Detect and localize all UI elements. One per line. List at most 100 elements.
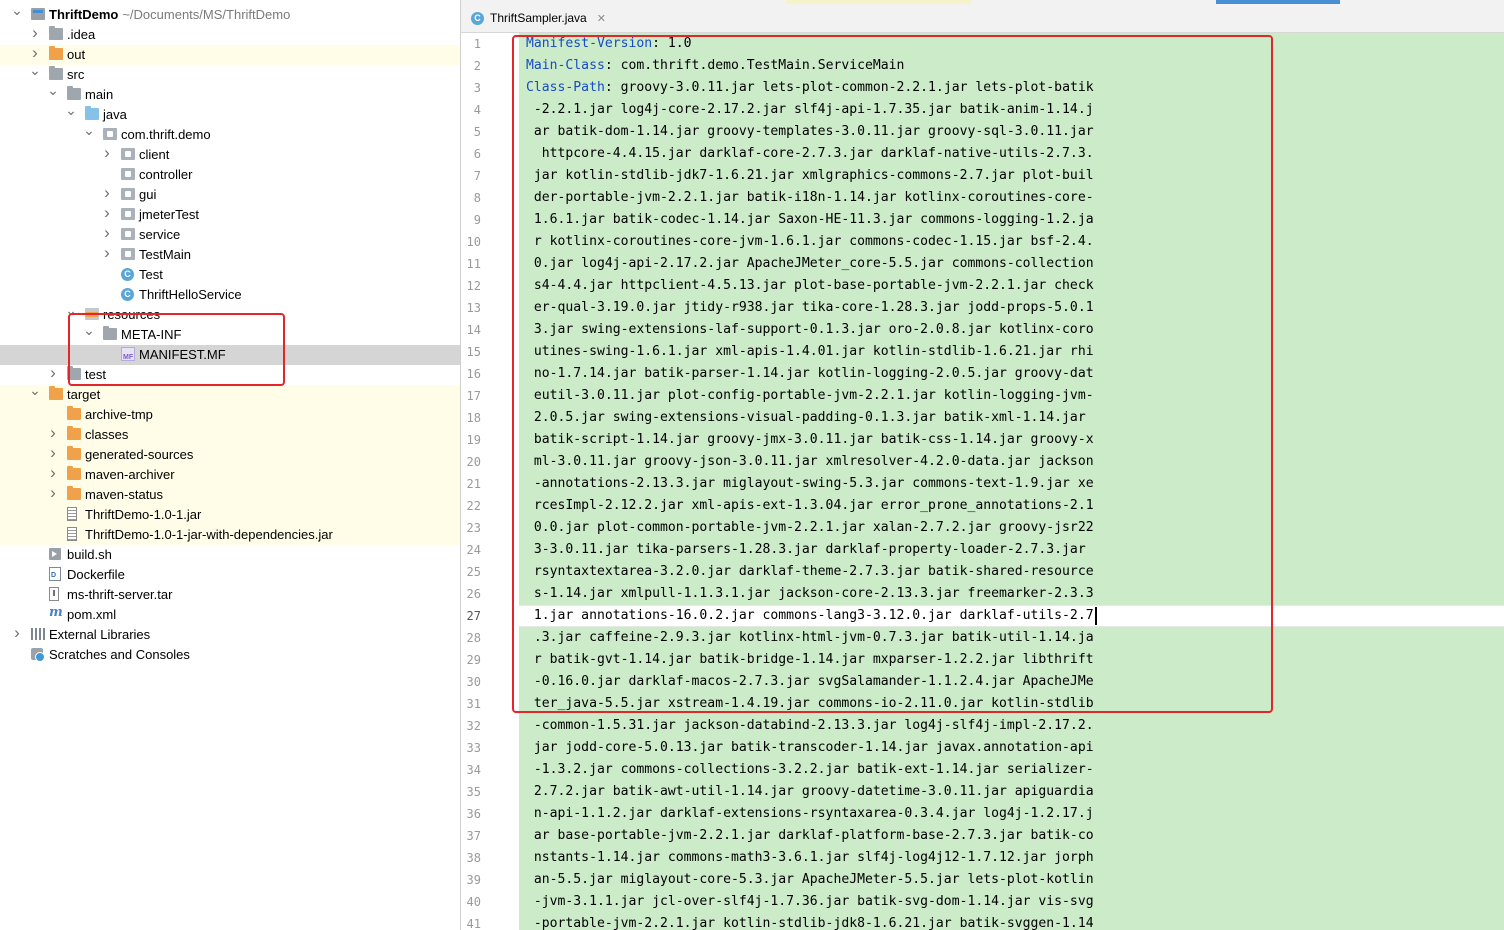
chevron-right-icon[interactable]: › [47, 444, 59, 461]
code-line: -1.3.2.jar commons-collections-3.2.2.jar… [526, 759, 1094, 781]
tab-thriftsampler[interactable]: C ThriftSampler.java ✕ [467, 6, 612, 30]
manifest-value: rcesImpl-2.12.2.jar xml-apis-ext-1.3.04.… [526, 498, 1094, 513]
chevron-right-icon[interactable]: › [47, 484, 59, 501]
tree-row-text: Test [139, 267, 163, 283]
tree-row[interactable]: › jmeterTest [0, 204, 460, 225]
chevron-down-icon[interactable]: ⌄ [11, 3, 23, 17]
line-number: 17 [466, 389, 481, 403]
tree-row[interactable]: build.sh [0, 545, 460, 565]
tree-row-label: java [103, 107, 127, 122]
line-number: 11 [466, 257, 481, 271]
tree-row-text: Scratches and Consoles [49, 647, 190, 663]
line-number: 15 [466, 345, 481, 359]
manifest-key: Main-Class [526, 58, 605, 73]
tree-row[interactable]: ThriftDemo-1.0-1.jar [0, 505, 460, 525]
tree-row[interactable]: MF MANIFEST.MF [0, 345, 460, 365]
chevron-right-icon[interactable]: › [29, 44, 41, 61]
tree-row[interactable]: archive-tmp [0, 405, 460, 425]
tree-row[interactable]: › client [0, 144, 460, 165]
line-number: 26 [466, 587, 481, 601]
tree-row[interactable]: › gui [0, 184, 460, 205]
tree-row[interactable]: controller [0, 165, 460, 185]
tree-row[interactable]: › service [0, 224, 460, 245]
chevron-right-icon[interactable]: › [11, 624, 23, 641]
tree-row[interactable]: › maven-status [0, 484, 460, 505]
tree-row[interactable]: ThriftDemo-1.0-1-jar-with-dependencies.j… [0, 525, 460, 545]
line-number-gutter: 1 2 3 4 5 6 7 8 9 10 11 12 13 14 15 16 17 18 19 20 21 22 23 24 2… [461, 33, 519, 930]
tree-row[interactable]: ⌄ src [0, 63, 460, 85]
chevron-down-icon[interactable]: ⌄ [29, 63, 41, 77]
tree-row-text: MANIFEST.MF [139, 347, 226, 363]
line-number: 9 [473, 213, 481, 227]
excluded-folder-icon [49, 386, 63, 400]
manifest-value: : com.thrift.demo.TestMain.ServiceMain [604, 58, 905, 73]
tree-row-text: META-INF [121, 327, 181, 343]
tree-row-text: com.thrift.demo [121, 127, 211, 143]
tree-row[interactable]: C Test [0, 265, 460, 285]
tree-row[interactable]: › test [0, 364, 460, 385]
code-line: rsyntaxtextarea-3.2.0.jar darklaf-theme-… [526, 561, 1094, 583]
tree-row[interactable]: › maven-archiver [0, 464, 460, 485]
chevron-right-icon[interactable]: › [47, 424, 59, 441]
resources-folder-icon [85, 308, 99, 320]
tree-row[interactable]: ⌄ META-INF [0, 323, 460, 345]
chevron-down-icon[interactable]: ⌄ [83, 123, 95, 137]
excluded-folder-icon [67, 466, 81, 480]
code-line: 0.0.jar plot-common-portable-jvm-2.2.1.j… [526, 517, 1094, 539]
tree-row-text: src [67, 67, 84, 83]
java-class-icon: C [121, 268, 134, 281]
tree-row-label: META-INF [121, 327, 182, 342]
chevron-right-icon[interactable]: › [47, 464, 59, 481]
chevron-down-icon[interactable]: ⌄ [83, 323, 95, 337]
tree-row[interactable]: ⌄ ThriftDemo ~/Documents/MS/ThriftDemo [0, 3, 460, 25]
chevron-down-icon[interactable]: ⌄ [47, 83, 59, 97]
code-line: -2.2.1.jar log4j-core-2.17.2.jar slf4j-a… [526, 99, 1094, 121]
chevron-right-icon[interactable]: › [101, 224, 113, 241]
chevron-down-icon[interactable]: ⌄ [65, 303, 77, 317]
line-number: 33 [466, 741, 481, 755]
tree-row[interactable]: ⌄ java [0, 103, 460, 125]
tree-row-label: Test [139, 267, 163, 282]
tree-row-text: build.sh [67, 547, 112, 563]
tree-row-text: ms-thrift-server.tar [67, 587, 172, 603]
tree-row[interactable]: ⌄ resources [0, 303, 460, 325]
tree-row[interactable]: m pom.xml [0, 605, 460, 625]
line-number: 1 [473, 37, 481, 51]
tree-row-label: target [67, 387, 101, 402]
chevron-down-icon[interactable]: ⌄ [29, 383, 41, 397]
tree-row[interactable]: › out [0, 44, 460, 65]
tree-row[interactable]: Scratches and Consoles [0, 645, 460, 665]
code-line: eutil-3.0.11.jar plot-config-portable-jv… [526, 385, 1094, 407]
close-icon[interactable]: ✕ [597, 12, 606, 25]
manifest-value: httpcore-4.4.15.jar darklaf-core-2.7.3.j… [526, 146, 1094, 161]
code-line: 3.jar swing-extensions-laf-support-0.1.3… [526, 319, 1094, 341]
line-number: 40 [466, 895, 481, 909]
chevron-right-icon[interactable]: › [101, 184, 113, 201]
tree-row[interactable]: ⌄ com.thrift.demo [0, 123, 460, 145]
tree-row-label: gui [139, 187, 157, 202]
chevron-down-icon[interactable]: ⌄ [65, 103, 77, 117]
tree-row-label: resources [103, 307, 161, 322]
tree-row[interactable]: › External Libraries [0, 624, 460, 645]
tree-row[interactable]: › classes [0, 424, 460, 445]
tree-row[interactable]: › TestMain [0, 244, 460, 265]
tree-row[interactable]: ⌄ target [0, 383, 460, 405]
tree-row-text: main [85, 87, 113, 103]
tree-row[interactable]: Dockerfile [0, 565, 460, 585]
chevron-right-icon[interactable]: › [47, 364, 59, 381]
chevron-right-icon[interactable]: › [101, 244, 113, 261]
manifest-value: -portable-jvm-2.2.1.jar kotlin-stdlib-jd… [526, 916, 1094, 930]
chevron-right-icon[interactable]: › [101, 204, 113, 221]
manifest-value: 3-3.0.11.jar tika-parsers-1.28.3.jar dar… [526, 542, 1086, 557]
chevron-right-icon[interactable]: › [29, 24, 41, 41]
line-number: 2 [473, 59, 481, 73]
tree-row[interactable]: › .idea [0, 24, 460, 45]
line-number: 41 [466, 917, 481, 930]
code-line: Main-Class: com.thrift.demo.TestMain.Ser… [526, 55, 904, 77]
code-line: s4-4.4.jar httpclient-4.5.13.jar plot-ba… [526, 275, 1094, 297]
chevron-right-icon[interactable]: › [101, 144, 113, 161]
code-line: Class-Path: groovy-3.0.11.jar lets-plot-… [526, 77, 1094, 99]
tree-row[interactable]: › generated-sources [0, 444, 460, 465]
excluded-folder-icon [49, 46, 63, 60]
tree-row[interactable]: ms-thrift-server.tar [0, 585, 460, 605]
